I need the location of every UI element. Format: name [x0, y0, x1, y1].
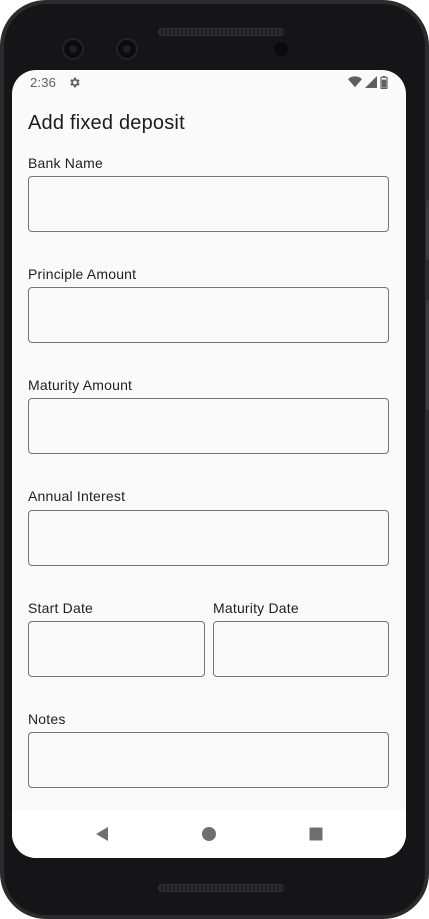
front-camera-right	[116, 38, 138, 60]
maturity-amount-input[interactable]	[28, 398, 389, 454]
start-date-input[interactable]	[28, 621, 205, 677]
recents-button[interactable]	[306, 824, 326, 844]
front-camera-left	[62, 38, 84, 60]
page-title: Add fixed deposit	[28, 112, 185, 134]
home-button[interactable]	[199, 824, 219, 844]
status-bar: 2:36	[12, 70, 406, 94]
settings-gear-icon	[70, 77, 80, 87]
maturity-date-input[interactable]	[213, 621, 389, 677]
maturity-date-label: Maturity Date	[213, 600, 299, 616]
notes-label: Notes	[28, 711, 66, 727]
back-button[interactable]	[92, 824, 112, 844]
app-screen: 2:36 Add fixed deposit Bank Name Princip…	[12, 70, 406, 858]
recents-icon	[309, 827, 323, 841]
bank-name-input[interactable]	[28, 176, 389, 232]
navigation-bar	[12, 810, 406, 858]
home-icon	[202, 827, 216, 841]
principal-amount-input[interactable]	[28, 287, 389, 343]
annual-interest-label: Annual Interest	[28, 488, 126, 504]
notes-input[interactable]	[28, 732, 389, 788]
battery-icon	[380, 75, 388, 89]
principal-amount-label: Principle Amount	[28, 266, 137, 282]
status-time: 2:36	[30, 74, 57, 90]
earpiece-speaker	[158, 28, 284, 36]
cellular-signal-icon	[365, 76, 377, 88]
status-icons	[348, 75, 388, 89]
back-icon	[96, 827, 108, 841]
annual-interest-input[interactable]	[28, 510, 389, 566]
proximity-sensor	[274, 42, 288, 56]
bank-name-label: Bank Name	[28, 155, 103, 171]
wifi-icon	[348, 76, 362, 88]
maturity-amount-label: Maturity Amount	[28, 377, 133, 393]
bottom-speaker	[158, 884, 284, 892]
start-date-label: Start Date	[28, 600, 94, 616]
